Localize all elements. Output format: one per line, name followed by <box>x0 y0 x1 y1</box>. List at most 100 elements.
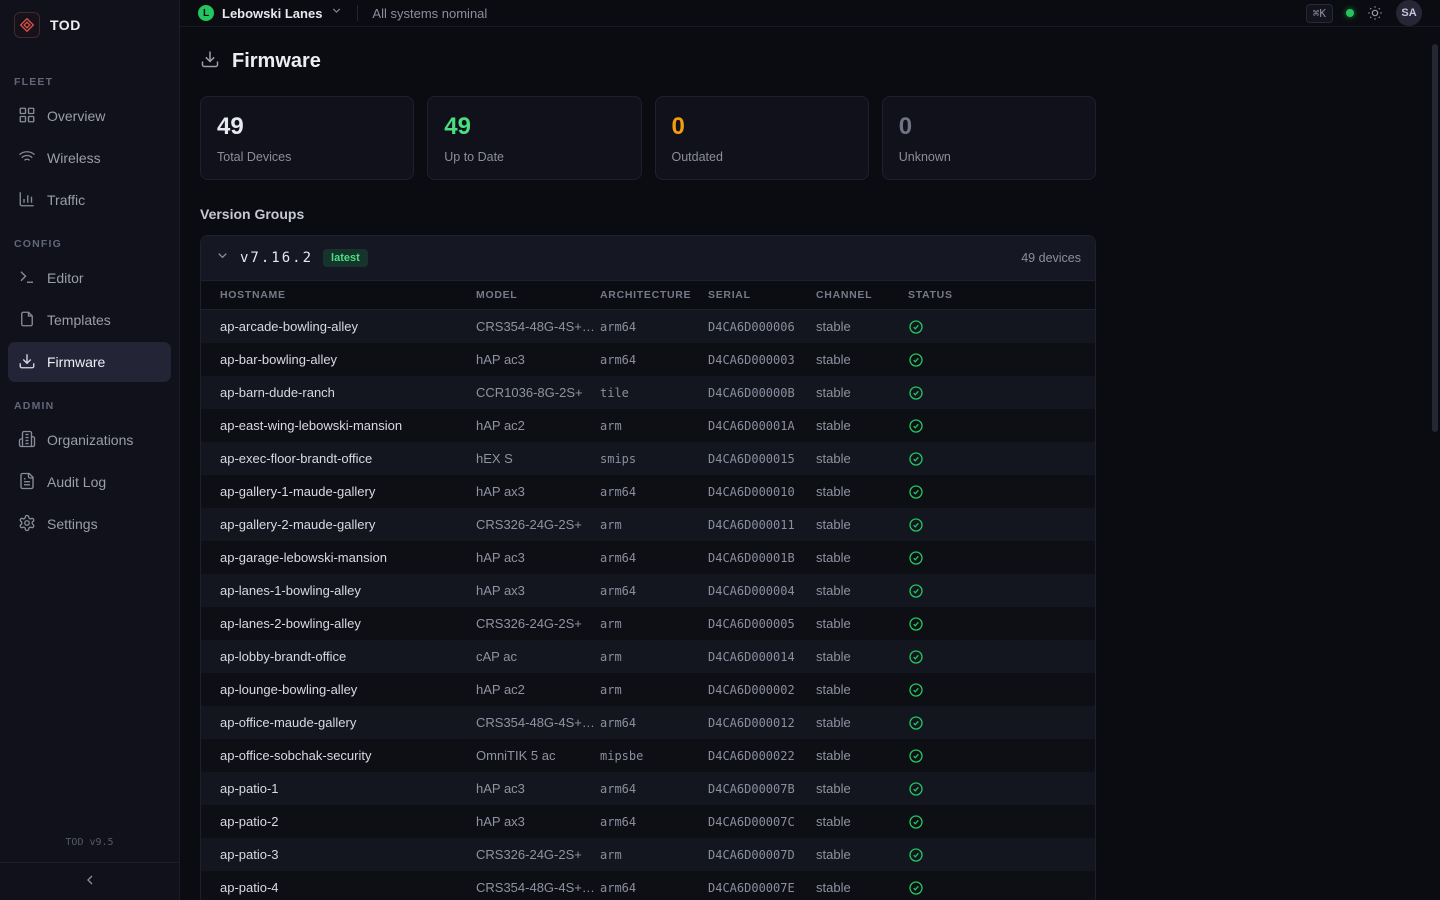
table-row[interactable]: ap-exec-floor-brandt-officehEX SsmipsD4C… <box>201 442 1095 475</box>
cell-channel: stable <box>816 451 908 466</box>
cell-model: cAP ac <box>476 649 600 664</box>
cell-channel: stable <box>816 715 908 730</box>
cell-architecture: arm <box>600 419 708 433</box>
table-row[interactable]: ap-lobby-brandt-officecAP acarmD4CA6D000… <box>201 640 1095 673</box>
cell-model: hAP ac2 <box>476 418 600 433</box>
table-row[interactable]: ap-patio-1hAP ac3arm64D4CA6D00007Bstable <box>201 772 1095 805</box>
col-status: Status <box>908 289 1095 301</box>
cell-model: CRS354-48G-4S+… <box>476 319 600 334</box>
stat-value: 0 <box>899 113 1079 141</box>
sidebar-item-label: Firmware <box>47 354 105 370</box>
col-serial: Serial <box>708 289 816 301</box>
chevron-left-icon <box>82 872 98 891</box>
sidebar-nav: Fleet Overview Wireless Traffic Config E… <box>0 50 179 837</box>
cell-channel: stable <box>816 352 908 367</box>
terminal-icon <box>18 268 36 289</box>
sidebar-item-audit-log[interactable]: Audit Log <box>8 462 171 502</box>
table-row[interactable]: ap-garage-lebowski-mansionhAP ac3arm64D4… <box>201 541 1095 574</box>
table-row[interactable]: ap-gallery-2-maude-galleryCRS326-24G-2S+… <box>201 508 1095 541</box>
cell-serial: D4CA6D00001B <box>708 551 816 565</box>
sidebar-item-templates[interactable]: Templates <box>8 300 171 340</box>
sidebar-item-settings[interactable]: Settings <box>8 504 171 544</box>
sidebar-item-label: Settings <box>47 516 98 532</box>
main-area: L Lebowski Lanes All systems nominal ⌘K … <box>180 0 1440 900</box>
cell-hostname: ap-lanes-1-bowling-alley <box>220 583 476 598</box>
sidebar-item-wireless[interactable]: Wireless <box>8 138 171 178</box>
table-row[interactable]: ap-lanes-1-bowling-alleyhAP ax3arm64D4CA… <box>201 574 1095 607</box>
cell-serial: D4CA6D000015 <box>708 452 816 466</box>
cell-model: hAP ac3 <box>476 352 600 367</box>
sidebar-item-editor[interactable]: Editor <box>8 258 171 298</box>
vertical-scrollbar[interactable] <box>1432 44 1438 432</box>
table-row[interactable]: ap-barn-dude-ranchCCR1036-8G-2S+tileD4CA… <box>201 376 1095 409</box>
cell-serial: D4CA6D00007E <box>708 881 816 895</box>
sidebar-item-organizations[interactable]: Organizations <box>8 420 171 460</box>
cell-model: CRS326-24G-2S+ <box>476 847 600 862</box>
cell-channel: stable <box>816 748 908 763</box>
stat-label: Outdated <box>672 150 852 164</box>
table-row[interactable]: ap-lanes-2-bowling-alleyCRS326-24G-2S+ar… <box>201 607 1095 640</box>
sidebar-item-traffic[interactable]: Traffic <box>8 180 171 220</box>
command-palette-shortcut[interactable]: ⌘K <box>1306 4 1333 23</box>
cell-model: OmniTIK 5 ac <box>476 748 600 763</box>
chevron-down-icon <box>330 4 343 22</box>
cell-hostname: ap-barn-dude-ranch <box>220 385 476 400</box>
device-count: 49 devices <box>1021 251 1081 265</box>
cell-hostname: ap-garage-lebowski-mansion <box>220 550 476 565</box>
bar-chart-icon <box>18 190 36 211</box>
cell-hostname: ap-gallery-1-maude-gallery <box>220 484 476 499</box>
table-row[interactable]: ap-patio-2hAP ax3arm64D4CA6D00007Cstable <box>201 805 1095 838</box>
table-row[interactable]: ap-bar-bowling-alleyhAP ac3arm64D4CA6D00… <box>201 343 1095 376</box>
cell-serial: D4CA6D000004 <box>708 584 816 598</box>
sidebar-item-overview[interactable]: Overview <box>8 96 171 136</box>
cell-serial: D4CA6D000010 <box>708 485 816 499</box>
cell-channel: stable <box>816 649 908 664</box>
status-ok-check-icon <box>908 583 1095 599</box>
table-row[interactable]: ap-office-sobchak-securityOmniTIK 5 acmi… <box>201 739 1095 772</box>
cell-hostname: ap-lanes-2-bowling-alley <box>220 616 476 631</box>
sidebar-collapse-button[interactable] <box>0 862 179 900</box>
table-row[interactable]: ap-patio-3CRS326-24G-2S+armD4CA6D00007Ds… <box>201 838 1095 871</box>
sidebar-item-firmware[interactable]: Firmware <box>8 342 171 382</box>
building-icon <box>18 430 36 451</box>
cell-serial: D4CA6D00001A <box>708 419 816 433</box>
org-selector[interactable]: L Lebowski Lanes <box>198 4 343 22</box>
version-group-header[interactable]: v7.16.2 latest 49 devices <box>201 236 1095 280</box>
cell-architecture: arm64 <box>600 716 708 730</box>
table-row[interactable]: ap-east-wing-lebowski-mansionhAP ac2armD… <box>201 409 1095 442</box>
cell-channel: stable <box>816 814 908 829</box>
col-channel: Channel <box>816 289 908 301</box>
cell-serial: D4CA6D000005 <box>708 617 816 631</box>
file-icon <box>18 310 36 331</box>
table-row[interactable]: ap-arcade-bowling-alleyCRS354-48G-4S+…ar… <box>201 310 1095 343</box>
status-ok-check-icon <box>908 517 1095 533</box>
theme-toggle-sun-icon[interactable] <box>1367 5 1383 21</box>
download-icon <box>18 352 36 373</box>
col-hostname: Hostname <box>220 289 476 301</box>
cell-hostname: ap-east-wing-lebowski-mansion <box>220 418 476 433</box>
table-row[interactable]: ap-gallery-1-maude-galleryhAP ax3arm64D4… <box>201 475 1095 508</box>
chevron-down-icon <box>215 248 230 268</box>
status-ok-check-icon <box>908 649 1095 665</box>
firmware-version: v7.16.2 <box>240 250 313 266</box>
table-row[interactable]: ap-lounge-bowling-alleyhAP ac2armD4CA6D0… <box>201 673 1095 706</box>
wifi-icon <box>18 148 36 169</box>
cell-model: hEX S <box>476 451 600 466</box>
status-ok-check-icon <box>908 319 1095 335</box>
app-logo: TOD <box>0 0 179 50</box>
health-status-dot <box>1346 9 1354 17</box>
cell-hostname: ap-lounge-bowling-alley <box>220 682 476 697</box>
cell-hostname: ap-office-maude-gallery <box>220 715 476 730</box>
cell-model: hAP ac3 <box>476 550 600 565</box>
table-row[interactable]: ap-office-maude-galleryCRS354-48G-4S+…ar… <box>201 706 1095 739</box>
cell-hostname: ap-gallery-2-maude-gallery <box>220 517 476 532</box>
cell-channel: stable <box>816 781 908 796</box>
cell-architecture: arm <box>600 848 708 862</box>
cell-serial: D4CA6D00007D <box>708 848 816 862</box>
user-avatar[interactable]: SA <box>1396 0 1422 26</box>
cell-serial: D4CA6D000003 <box>708 353 816 367</box>
nav-section-config: Config <box>14 238 165 250</box>
table-row[interactable]: ap-patio-4CRS354-48G-4S+…arm64D4CA6D0000… <box>201 871 1095 900</box>
stat-value: 49 <box>217 113 397 141</box>
cell-architecture: arm64 <box>600 815 708 829</box>
